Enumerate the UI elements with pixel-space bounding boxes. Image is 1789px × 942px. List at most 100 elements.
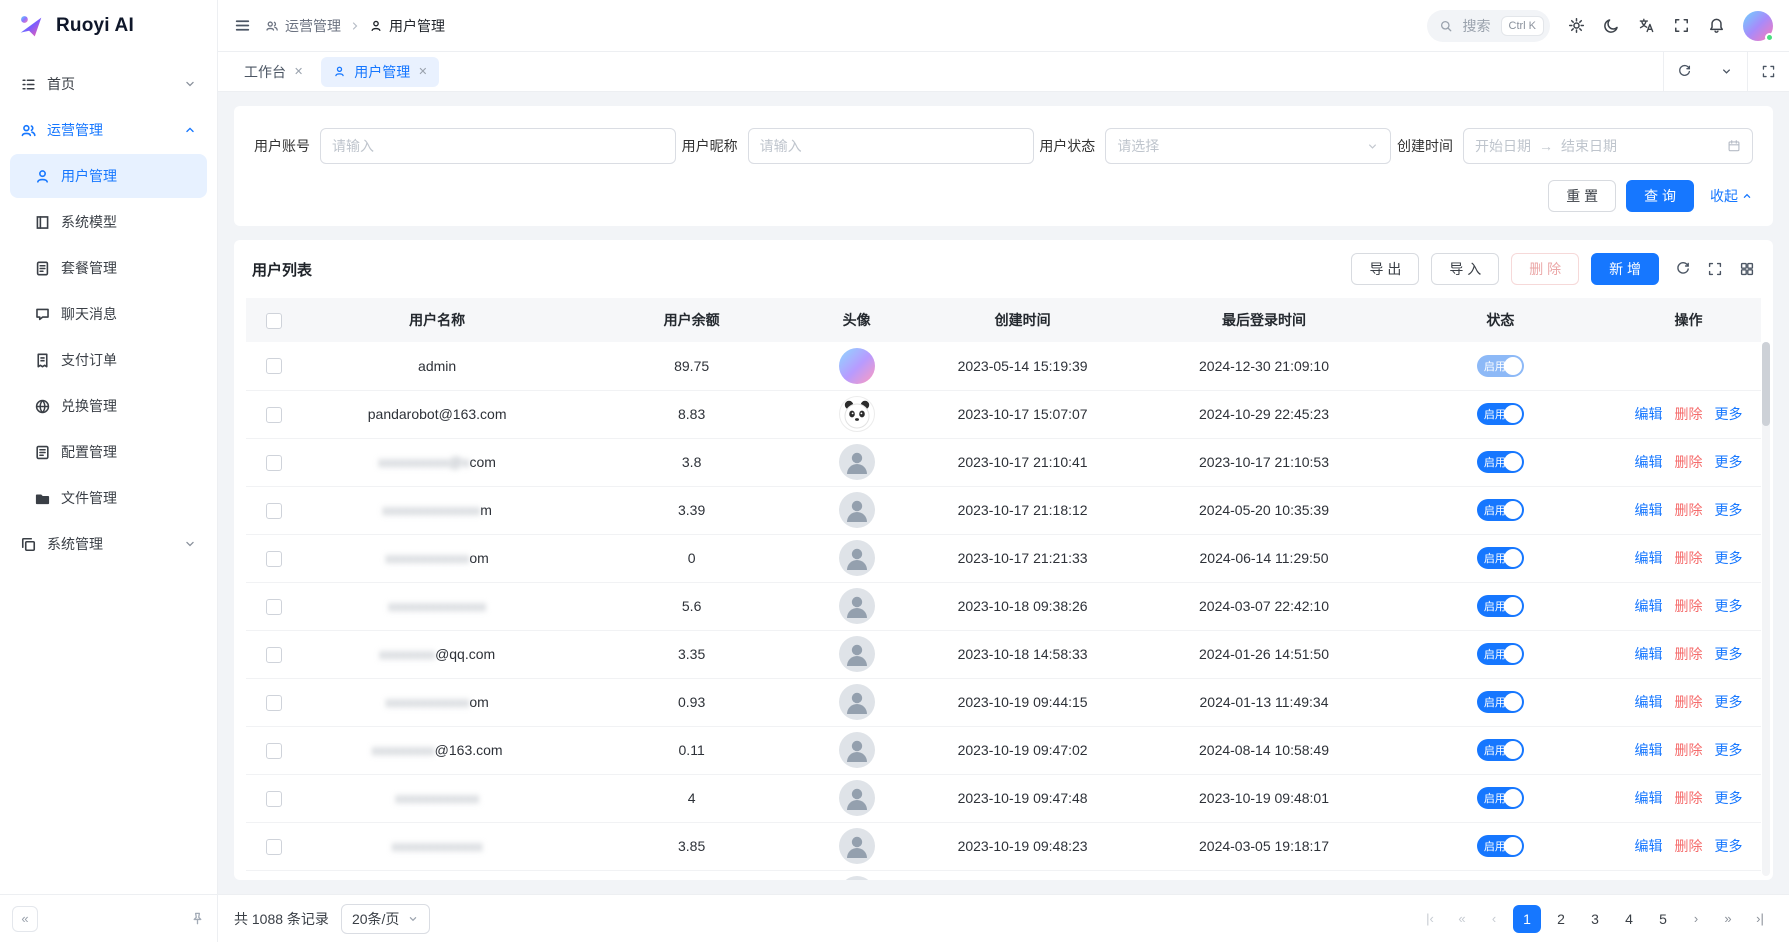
delete-link[interactable]: 删除 [1675,788,1703,808]
row-checkbox[interactable] [266,695,282,711]
more-link[interactable]: 更多 [1715,548,1743,568]
status-toggle[interactable]: 启用 [1477,499,1524,521]
row-checkbox[interactable] [266,407,282,423]
sidebar-collapse-button[interactable]: « [12,906,38,932]
edit-link[interactable]: 编辑 [1635,644,1663,664]
hamburger-menu-icon[interactable] [234,17,251,34]
edit-link[interactable]: 编辑 [1635,692,1663,712]
fullscreen-table-icon[interactable] [1707,261,1723,277]
scrollbar-thumb[interactable] [1762,342,1770,426]
more-link[interactable]: 更多 [1715,644,1743,664]
edit-link[interactable]: 编辑 [1635,596,1663,616]
notification-bell-icon[interactable] [1708,17,1725,34]
account-input[interactable] [332,138,664,154]
settings-gear-icon[interactable] [1568,17,1585,34]
breadcrumb-operations[interactable]: 运营管理 [265,16,341,36]
sidebar-item-file-management[interactable]: 文件管理 [10,476,207,520]
language-translate-icon[interactable] [1638,17,1655,34]
more-link[interactable]: 更多 [1715,404,1743,424]
next-page-button[interactable]: › [1683,906,1709,932]
page-number-button[interactable]: 4 [1615,905,1643,933]
status-toggle[interactable]: 启用 [1477,595,1524,617]
tab-user-management[interactable]: 用户管理 ✕ [321,57,439,87]
page-number-button[interactable]: 3 [1581,905,1609,933]
more-link[interactable]: 更多 [1715,596,1743,616]
delete-link[interactable]: 删除 [1675,452,1703,472]
more-link[interactable]: 更多 [1715,452,1743,472]
delete-link[interactable]: 删除 [1675,836,1703,856]
maximize-content-icon[interactable] [1747,52,1789,91]
status-toggle[interactable]: 启用 [1477,403,1524,425]
row-checkbox[interactable] [266,791,282,807]
tab-workbench[interactable]: 工作台 ✕ [232,57,315,87]
status-select[interactable]: 请选择 [1105,128,1391,164]
row-checkbox[interactable] [266,358,282,374]
edit-link[interactable]: 编辑 [1635,404,1663,424]
page-number-button[interactable]: 5 [1649,905,1677,933]
breadcrumb-user-management[interactable]: 用户管理 [369,16,445,36]
edit-link[interactable]: 编辑 [1635,452,1663,472]
sidebar-item-system-model[interactable]: 系统模型 [10,200,207,244]
edit-link[interactable]: 编辑 [1635,740,1663,760]
refresh-table-icon[interactable] [1675,261,1691,277]
chevron-down-icon[interactable] [1705,52,1747,91]
fullscreen-icon[interactable] [1673,17,1690,34]
sidebar-item-config-management[interactable]: 配置管理 [10,430,207,474]
row-checkbox[interactable] [266,743,282,759]
page-number-button[interactable]: 2 [1547,905,1575,933]
collapse-filters-link[interactable]: 收起 [1710,186,1753,206]
user-avatar[interactable] [1743,11,1773,41]
more-link[interactable]: 更多 [1715,836,1743,856]
delete-link[interactable]: 删除 [1675,692,1703,712]
sidebar-item-operations[interactable]: 运营管理 [10,108,207,152]
edit-link[interactable]: 编辑 [1635,836,1663,856]
page-size-select[interactable]: 20条/页 [341,904,430,934]
sidebar-item-payment-orders[interactable]: 支付订单 [10,338,207,382]
row-checkbox[interactable] [266,599,282,615]
status-toggle[interactable]: 启用 [1477,355,1524,377]
prev-page-button[interactable]: ‹ [1481,906,1507,932]
close-icon[interactable]: ✕ [418,65,427,78]
export-button[interactable]: 导 出 [1351,253,1419,285]
date-range-picker[interactable]: 开始日期 → 结束日期 [1463,128,1753,164]
more-link[interactable]: 更多 [1715,500,1743,520]
pin-icon[interactable] [190,911,205,926]
delete-link[interactable]: 删除 [1675,644,1703,664]
page-number-button[interactable]: 1 [1513,905,1541,933]
nickname-input[interactable] [760,138,1022,154]
status-toggle[interactable]: 启用 [1477,787,1524,809]
last-page-button[interactable]: ›| [1747,906,1773,932]
status-toggle[interactable]: 启用 [1477,643,1524,665]
delete-link[interactable]: 删除 [1675,500,1703,520]
delete-link[interactable]: 删除 [1675,404,1703,424]
edit-link[interactable]: 编辑 [1635,548,1663,568]
sidebar-item-user-management[interactable]: 用户管理 [10,154,207,198]
select-all-checkbox[interactable] [266,313,282,329]
status-toggle[interactable]: 启用 [1477,691,1524,713]
more-link[interactable]: 更多 [1715,692,1743,712]
status-toggle[interactable]: 启用 [1477,835,1524,857]
import-button[interactable]: 导 入 [1431,253,1499,285]
fast-prev-button[interactable]: « [1449,906,1475,932]
column-settings-grid-icon[interactable] [1739,261,1755,277]
fast-next-button[interactable]: » [1715,906,1741,932]
row-checkbox[interactable] [266,503,282,519]
edit-link[interactable]: 编辑 [1635,500,1663,520]
add-button[interactable]: 新 增 [1591,253,1659,285]
app-logo[interactable]: Ruoyi AI [0,0,217,52]
dark-mode-moon-icon[interactable] [1603,17,1620,34]
sidebar-item-package-management[interactable]: 套餐管理 [10,246,207,290]
delete-button[interactable]: 删 除 [1511,253,1579,285]
delete-link[interactable]: 删除 [1675,548,1703,568]
row-checkbox[interactable] [266,551,282,567]
sidebar-item-chat-messages[interactable]: 聊天消息 [10,292,207,336]
delete-link[interactable]: 删除 [1675,596,1703,616]
sidebar-item-exchange-management[interactable]: 兑换管理 [10,384,207,428]
row-checkbox[interactable] [266,839,282,855]
sidebar-item-system-management[interactable]: 系统管理 [10,522,207,566]
more-link[interactable]: 更多 [1715,740,1743,760]
status-toggle[interactable]: 启用 [1477,547,1524,569]
more-link[interactable]: 更多 [1715,788,1743,808]
status-toggle[interactable]: 启用 [1477,739,1524,761]
refresh-icon[interactable] [1663,52,1705,91]
